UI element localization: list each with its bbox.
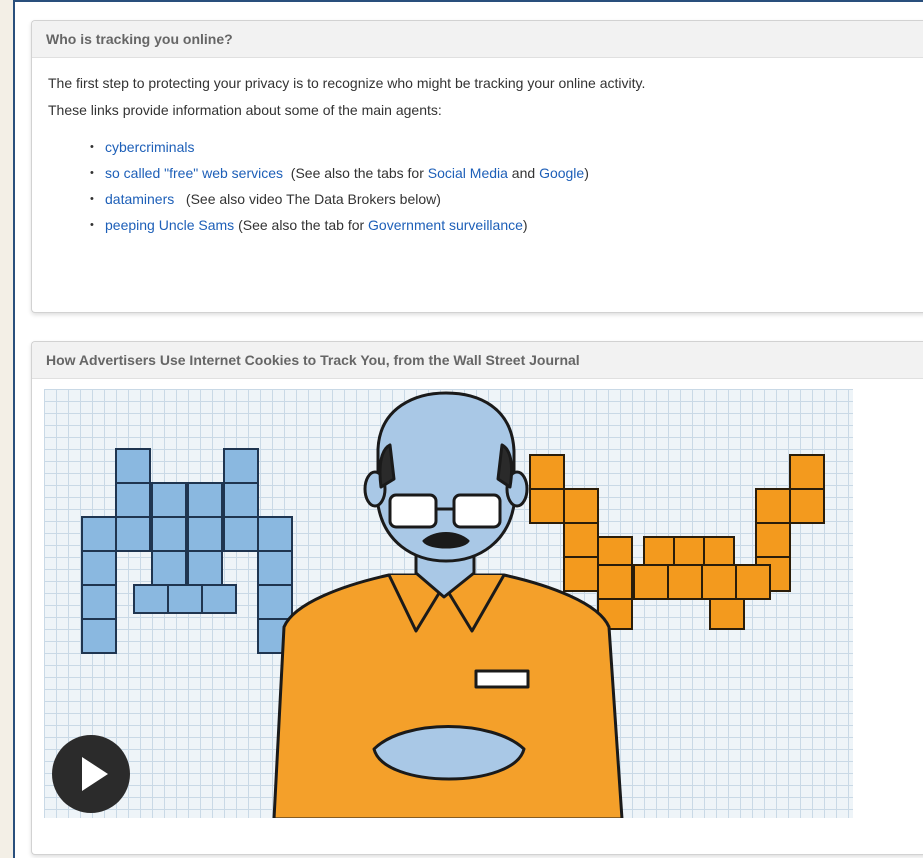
intro-text-line2: These links provide information about so… [48,102,442,118]
video-thumbnail-illustration [81,391,825,818]
tracking-panel: Who is tracking you online? The first st… [31,20,923,313]
video-panel-title: How Advertisers Use Internet Cookies to … [32,342,923,379]
tracking-panel-title: Who is tracking you online? [32,21,923,58]
list-item-uncle-sams: peeping Uncle Sams (See also the tab for… [90,212,923,238]
agents-list: cybercriminals so called "free" web serv… [32,134,923,238]
list-item-cybercriminals: cybercriminals [90,134,923,160]
video-player[interactable] [44,389,853,818]
note-text: (See also the tab for [234,217,369,233]
link-google[interactable]: Google [539,165,584,181]
link-government-surveillance[interactable]: Government surveillance [368,217,523,233]
note-text: (See also video The Data Brokers below) [174,191,441,207]
link-free-web-services[interactable]: so called "free" web services [105,165,283,181]
intro-text-line1: The first step to protecting your privac… [48,75,646,91]
note-text: and [507,165,540,181]
play-button[interactable] [52,735,130,813]
presenter-illustration [272,391,624,818]
note-text: (See also the tabs for [283,165,428,181]
page-frame: Who is tracking you online? The first st… [13,0,923,858]
link-peeping-uncle-sams[interactable]: peeping Uncle Sams [105,217,234,233]
link-cybercriminals[interactable]: cybercriminals [105,139,194,155]
note-text: ) [522,217,528,233]
list-item-dataminers: dataminers (See also video The Data Brok… [90,186,923,212]
note-text: ) [584,165,589,181]
blue-invader-illustration [81,448,293,654]
video-panel: How Advertisers Use Internet Cookies to … [31,341,923,855]
link-social-media[interactable]: Social Media [428,165,508,181]
list-item-free-services: so called "free" web services (See also … [90,160,923,186]
link-dataminers[interactable]: dataminers [105,191,174,207]
